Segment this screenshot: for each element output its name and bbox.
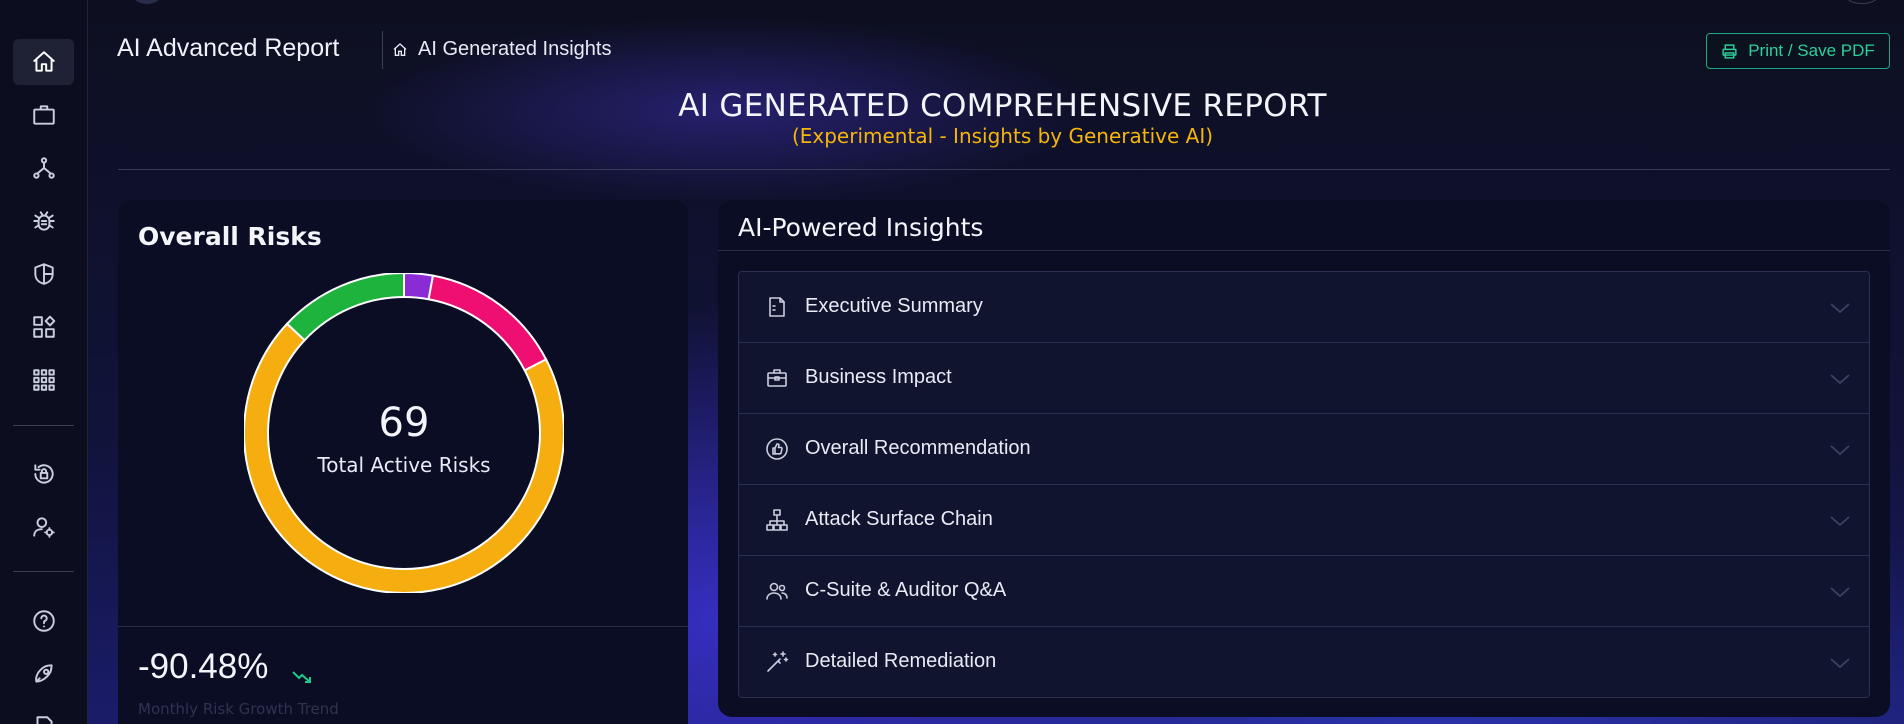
- accordion-csuite-auditor-qa[interactable]: C-Suite & Auditor Q&A: [739, 556, 1869, 627]
- accordion-label: Overall Recommendation: [805, 437, 1031, 459]
- sidebar-item-widgets[interactable]: [13, 304, 74, 350]
- risk-trend-label: Monthly Risk Growth Trend: [138, 700, 339, 718]
- network-icon: [32, 157, 55, 179]
- accordion-executive-summary[interactable]: Executive Summary: [739, 272, 1869, 343]
- header-divider: [118, 169, 1890, 170]
- users-icon: [765, 579, 789, 603]
- donut-slice-3[interactable]: [285, 273, 405, 342]
- sidebar-item-assets[interactable]: [13, 92, 74, 138]
- chevron-down-icon[interactable]: [1829, 371, 1851, 385]
- breadcrumb-label: AI Generated Insights: [418, 38, 612, 60]
- overall-risks-title: Overall Risks: [138, 222, 322, 251]
- document-icon: [765, 295, 789, 319]
- home-icon: [393, 42, 407, 56]
- report-title: AI GENERATED COMPREHENSIVE REPORT: [678, 88, 1327, 124]
- card-divider: [118, 626, 688, 627]
- chevron-down-icon[interactable]: [1829, 300, 1851, 314]
- history-lock-icon: [33, 464, 54, 484]
- accordion-label: Executive Summary: [805, 295, 983, 317]
- print-pdf-button[interactable]: Print / Save PDF: [1706, 33, 1890, 69]
- app-title: AI Advanced Report: [117, 34, 340, 62]
- sidebar-item-launch[interactable]: [13, 651, 74, 697]
- accordion-business-impact[interactable]: Business Impact: [739, 343, 1869, 414]
- trending-down-icon: [292, 669, 312, 683]
- sidebar-item-network[interactable]: [13, 145, 74, 191]
- apps-grid-icon: [32, 369, 55, 391]
- accordion-overall-recommendation[interactable]: Overall Recommendation: [739, 414, 1869, 485]
- sidebar-item-user-settings[interactable]: [13, 504, 74, 550]
- printer-icon: [1722, 43, 1737, 59]
- sidebar-divider: [13, 571, 74, 572]
- ai-insights-card: AI-Powered Insights Executive Summary Bu…: [718, 200, 1890, 717]
- ai-insights-title: AI-Powered Insights: [738, 213, 984, 242]
- accordion-detailed-remediation[interactable]: Detailed Remediation: [739, 627, 1869, 697]
- home-icon: [32, 51, 55, 72]
- breadcrumb[interactable]: AI Generated Insights: [392, 38, 611, 61]
- hierarchy-icon: [765, 508, 789, 532]
- chevron-down-icon[interactable]: [1829, 584, 1851, 598]
- sidebar-item-home[interactable]: [13, 39, 74, 85]
- thumbs-up-icon: [765, 437, 789, 461]
- insights-accordion: Executive Summary Business Impact Overal…: [738, 271, 1870, 698]
- help-icon: [32, 610, 55, 632]
- accordion-label: Attack Surface Chain: [805, 508, 993, 530]
- sidebar-item-vulnerabilities[interactable]: [13, 198, 74, 244]
- user-settings-icon: [32, 517, 55, 538]
- sidebar-item-apps[interactable]: [13, 357, 74, 403]
- header-separator: [382, 31, 383, 69]
- chevron-down-icon[interactable]: [1829, 655, 1851, 669]
- widgets-icon: [32, 315, 55, 338]
- briefcase-icon: [765, 366, 789, 390]
- risk-trend-value: -90.48%: [138, 647, 269, 686]
- accordion-label: Business Impact: [805, 366, 952, 388]
- rocket-icon: [34, 664, 53, 683]
- bug-icon: [32, 211, 55, 231]
- card-divider: [718, 250, 1890, 251]
- sidebar-item-help[interactable]: [13, 598, 74, 644]
- magic-wand-icon: [765, 650, 789, 674]
- sidebar-item-security[interactable]: [13, 251, 74, 297]
- report-subtitle: (Experimental - Insights by Generative A…: [791, 124, 1214, 148]
- sidebar: [0, 0, 88, 724]
- total-active-risks-value: 69: [378, 400, 430, 446]
- accordion-attack-surface-chain[interactable]: Attack Surface Chain: [739, 485, 1869, 556]
- document-icon: [36, 716, 53, 724]
- accordion-label: C-Suite & Auditor Q&A: [805, 579, 1007, 601]
- briefcase-icon: [32, 105, 55, 125]
- shield-icon: [33, 263, 54, 285]
- chevron-down-icon[interactable]: [1829, 442, 1851, 456]
- chevron-down-icon[interactable]: [1829, 513, 1851, 527]
- donut-slice-1[interactable]: [427, 274, 548, 372]
- sidebar-divider: [13, 425, 74, 426]
- total-active-risks-label: Total Active Risks: [317, 453, 491, 477]
- print-pdf-label: Print / Save PDF: [1748, 41, 1875, 60]
- sidebar-item-docs[interactable]: [13, 704, 74, 724]
- accordion-label: Detailed Remediation: [805, 650, 997, 672]
- sidebar-item-history[interactable]: [13, 451, 74, 497]
- overall-risks-card: Overall Risks 69 Total Active Risks -90.…: [118, 200, 688, 724]
